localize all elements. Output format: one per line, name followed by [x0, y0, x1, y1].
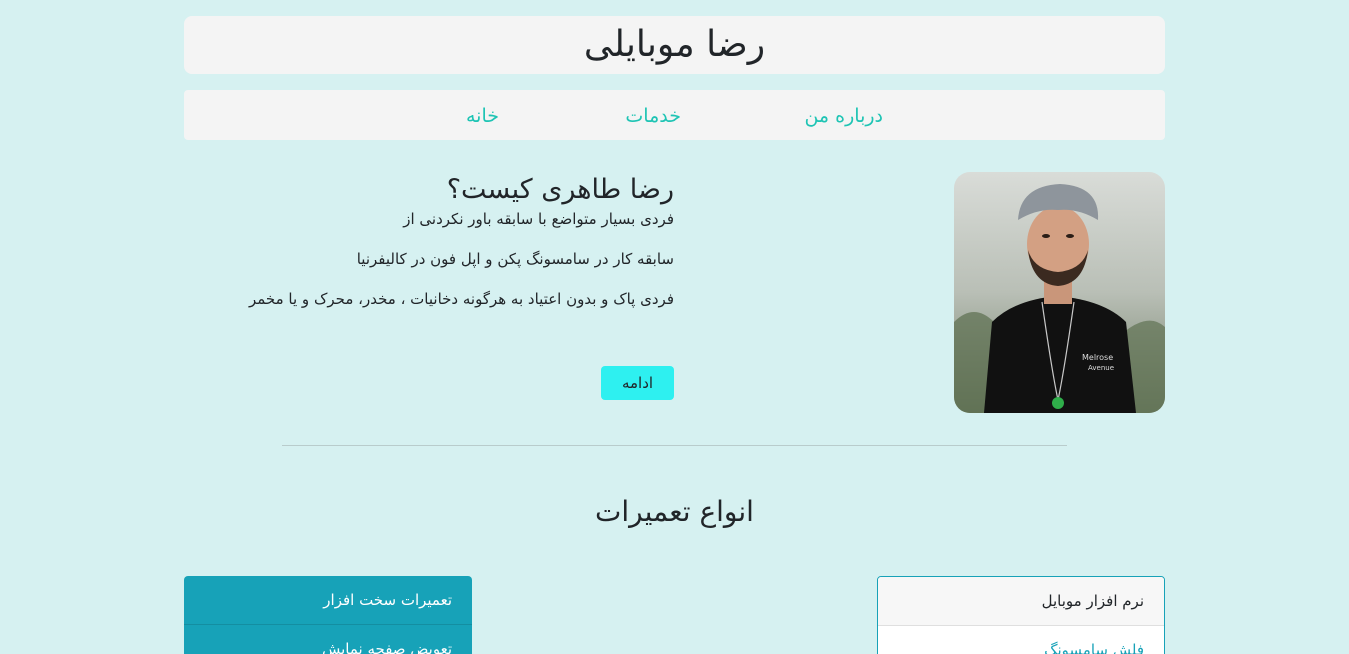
hardware-card-header: تعمیرات سخت افزار — [184, 576, 472, 625]
about-line-2: سابقه کار در سامسونگ پکن و اپل فون در کا… — [356, 250, 674, 268]
about-line-1: فردی بسیار متواضع با سابقه باور نکردنی ا… — [403, 210, 674, 228]
software-card-item[interactable]: فلش سامسونگ — [878, 626, 1164, 654]
software-card-header: نرم افزار موبایل — [878, 577, 1164, 626]
nav-home[interactable]: خانه — [466, 104, 499, 128]
main-nav: درباره من خدمات خانه — [184, 90, 1165, 140]
site-title: رضا موبایلی — [184, 16, 1165, 74]
svg-text:Melrose: Melrose — [1082, 353, 1113, 362]
software-card: نرم افزار موبایل فلش سامسونگ — [877, 576, 1165, 654]
section-divider — [282, 445, 1067, 446]
svg-text:Avenue: Avenue — [1088, 364, 1114, 372]
about-heading: رضا طاهری کیست؟ — [446, 174, 674, 205]
hardware-card-item[interactable]: تعویض صفحه نمایش — [184, 625, 472, 654]
about-line-3: فردی پاک و بدون اعتیاد به هرگونه دخانیات… — [248, 290, 674, 308]
profile-photo: Melrose Avenue — [954, 172, 1165, 413]
continue-button[interactable]: ادامه — [601, 366, 674, 400]
services-title: انواع تعمیرات — [595, 495, 754, 528]
about-section: رضا طاهری کیست؟ فردی بسیار متواضع با ساب… — [184, 172, 674, 310]
nav-about[interactable]: درباره من — [804, 104, 883, 128]
hardware-card: تعمیرات سخت افزار تعویض صفحه نمایش — [184, 576, 472, 654]
nav-services[interactable]: خدمات — [625, 104, 681, 128]
